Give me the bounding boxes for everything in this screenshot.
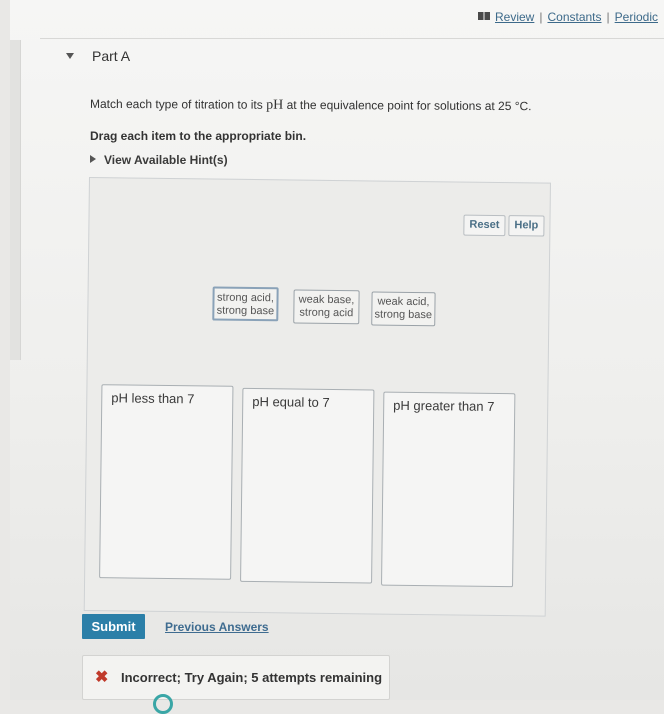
question-text: Match each type of titration to its pH a… xyxy=(90,97,532,115)
feedback-box: ✖ Incorrect; Try Again; 5 attempts remai… xyxy=(82,655,390,714)
draggable-token[interactable]: weak base, strong acid xyxy=(293,289,360,325)
bin-label: pH equal to 7 xyxy=(252,394,330,410)
token-line: strong base xyxy=(374,308,433,322)
avatar-icon xyxy=(153,694,173,714)
ph-symbol: pH xyxy=(266,97,284,113)
token-line: weak base, xyxy=(298,293,355,307)
token-line: weak acid, xyxy=(377,295,430,309)
previous-answers-link[interactable]: Previous Answers xyxy=(165,620,269,634)
reset-button[interactable]: Reset xyxy=(463,214,506,237)
book-icon xyxy=(478,12,490,20)
drag-drop-workspace: Reset Help strong acid, strong base weak… xyxy=(83,177,551,617)
feedback-message: Incorrect; Try Again; 5 attempts remaini… xyxy=(121,670,383,685)
part-label: Part A xyxy=(92,48,131,64)
draggable-token[interactable]: strong acid, strong base xyxy=(212,286,279,322)
question-text-end: at the equivalence point for solutions a… xyxy=(286,97,532,114)
review-link[interactable]: Review xyxy=(495,10,534,24)
divider xyxy=(40,38,664,39)
token-line: strong base xyxy=(216,304,275,318)
caret-down-icon xyxy=(66,53,74,59)
bin-label: pH greater than 7 xyxy=(393,397,495,414)
bin-ph-equal-to-7[interactable]: pH equal to 7 xyxy=(240,387,375,584)
link-separator: | xyxy=(539,10,543,24)
draggable-token[interactable]: weak acid, strong base xyxy=(371,291,436,327)
bin-ph-greater-than-7[interactable]: pH greater than 7 xyxy=(381,391,516,588)
instruction-text: Drag each item to the appropriate bin. xyxy=(90,129,307,143)
token-line: strong acid xyxy=(299,306,354,320)
constants-link[interactable]: Constants xyxy=(547,10,601,24)
periodic-link[interactable]: Periodic xyxy=(615,10,658,24)
left-panel-edge xyxy=(10,40,21,360)
view-hints-toggle[interactable]: View Available Hint(s) xyxy=(90,153,228,167)
question-text-start: Match each type of titration to its xyxy=(89,96,263,112)
x-icon: ✖ xyxy=(95,669,109,686)
token-line: strong acid, xyxy=(217,291,275,305)
help-button[interactable]: Help xyxy=(508,215,545,237)
submit-button[interactable]: Submit xyxy=(82,614,145,639)
bin-label: pH less than 7 xyxy=(111,390,195,407)
link-separator: | xyxy=(606,10,610,24)
bin-ph-less-than-7[interactable]: pH less than 7 xyxy=(99,384,234,580)
top-links: Review | Constants | Periodic xyxy=(478,10,658,24)
caret-right-icon xyxy=(90,155,96,163)
hints-label: View Available Hint(s) xyxy=(104,153,228,167)
part-a-header[interactable]: Part A xyxy=(66,48,130,64)
